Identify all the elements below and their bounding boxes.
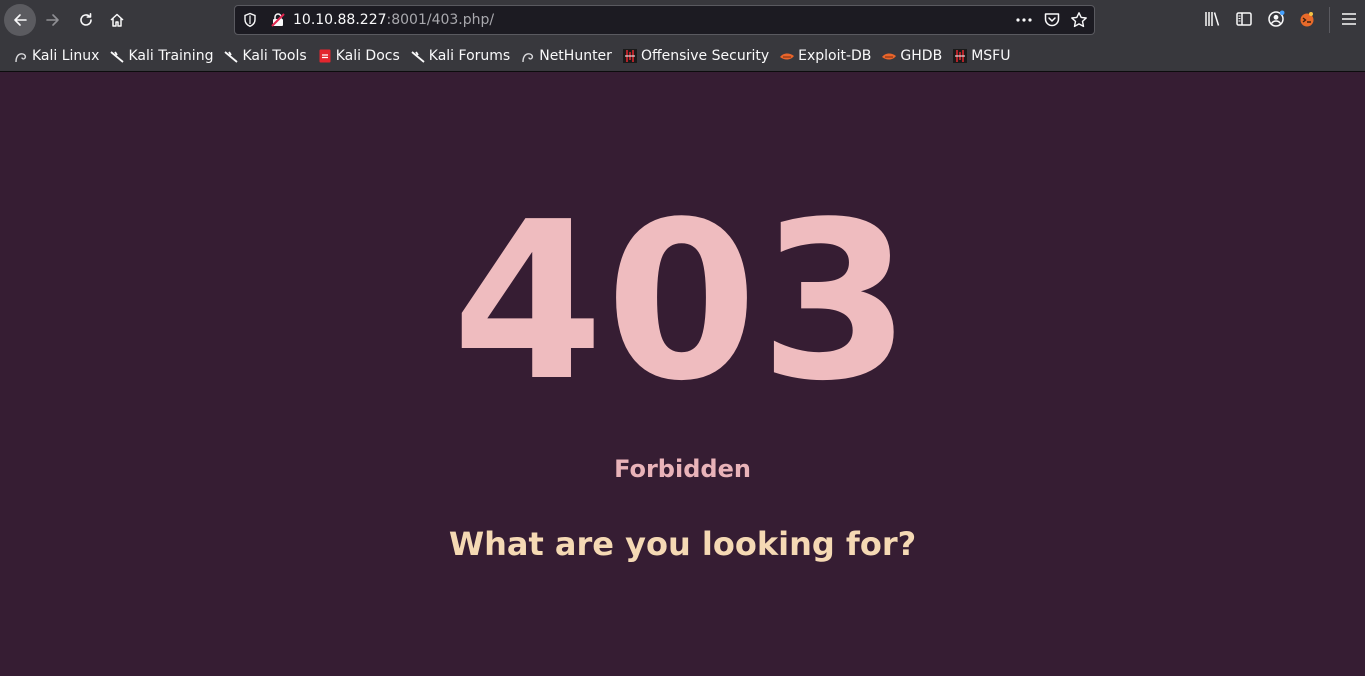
library-icon[interactable] [1203, 10, 1221, 28]
bookmark-item[interactable]: Kali Tools [223, 44, 307, 68]
address-bar[interactable]: 10.10.88.227:8001/403.php/ [234, 5, 1095, 35]
bookmark-label: Kali Tools [242, 47, 307, 64]
kali-dragon-icon [13, 48, 29, 64]
extension-icon[interactable] [1298, 10, 1316, 28]
bookmark-label: NetHunter [539, 47, 612, 64]
bookmark-label: Exploit-DB [798, 47, 872, 64]
bookmark-item[interactable]: Offensive Security [622, 44, 769, 68]
url-path: :8001/403.php/ [386, 12, 495, 28]
offsec-icon [952, 48, 968, 64]
kali-dragon-icon [520, 48, 536, 64]
page-content: 403 Forbidden What are you looking for? [0, 72, 1365, 676]
bookmark-label: Offensive Security [640, 47, 770, 64]
arrow-right-icon [46, 14, 59, 26]
error-code: 403 [451, 176, 914, 429]
url-text[interactable]: 10.10.88.227:8001/403.php/ [293, 12, 494, 29]
forward-button[interactable] [37, 4, 69, 36]
offsec-icon [622, 48, 638, 64]
reload-icon [80, 13, 92, 26]
home-icon [110, 13, 124, 27]
bookmark-label: Kali Linux [32, 47, 100, 64]
pocket-icon[interactable] [1043, 11, 1061, 29]
browser-chrome: 10.10.88.227:8001/403.php/ Kali Linux Ka… [0, 0, 1365, 72]
bookmark-item[interactable]: Kali Linux [13, 44, 99, 68]
bookmark-item[interactable]: Exploit-DB [779, 44, 871, 68]
home-button[interactable] [101, 4, 133, 36]
back-button[interactable] [4, 4, 36, 36]
bookmark-label: Kali Docs [335, 47, 400, 64]
error-message: What are you looking for? [448, 525, 917, 563]
bookmark-label: MSFU [971, 47, 1011, 64]
more-actions-icon[interactable] [1015, 11, 1033, 29]
hamburger-menu-icon[interactable] [1340, 10, 1358, 28]
bookmark-item[interactable]: GHDB [881, 44, 942, 68]
bookmark-label: Kali Forums [428, 47, 511, 64]
toolbar-divider [1329, 7, 1330, 33]
bookmark-item[interactable]: Kali Training [109, 44, 213, 68]
exploitdb-icon [779, 48, 795, 64]
bookmark-label: GHDB [900, 47, 943, 64]
account-icon[interactable] [1267, 10, 1285, 28]
error-status: Forbidden [614, 455, 751, 483]
bookmark-item[interactable]: Kali Docs [317, 44, 400, 68]
bookmark-item[interactable]: Kali Forums [410, 44, 510, 68]
kali-dragon-icon [109, 48, 125, 64]
url-host: 10.10.88.227 [293, 12, 387, 28]
kali-dragon-icon [223, 48, 239, 64]
exploitdb-icon [881, 48, 897, 64]
bookmark-label: Kali Training [128, 47, 214, 64]
kali-docs-icon [317, 48, 333, 64]
bookmark-star-icon[interactable] [1070, 11, 1088, 29]
navigation-toolbar: 10.10.88.227:8001/403.php/ [0, 0, 1365, 40]
reload-button[interactable] [70, 4, 102, 36]
bookmark-item[interactable]: MSFU [952, 44, 1010, 68]
tracking-protection-shield-icon[interactable] [243, 12, 257, 28]
kali-dragon-icon [410, 48, 426, 64]
bookmark-item[interactable]: NetHunter [520, 44, 612, 68]
insecure-lock-icon[interactable] [270, 12, 286, 28]
arrow-left-icon [14, 14, 27, 26]
bookmarks-toolbar: Kali Linux Kali Training Kali Tools Kali… [0, 40, 1365, 71]
sidebar-icon[interactable] [1235, 10, 1253, 28]
